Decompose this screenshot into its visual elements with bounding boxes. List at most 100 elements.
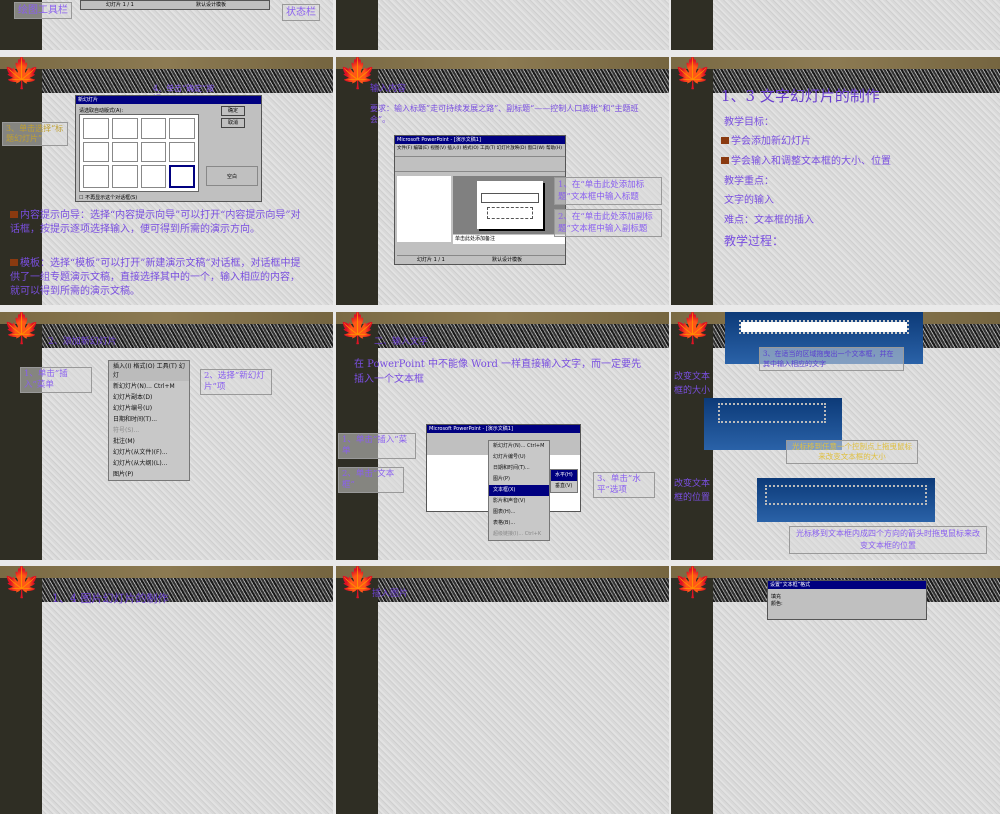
layout-grid[interactable] bbox=[79, 114, 199, 192]
slide-thumb-input-text[interactable]: 🍁 二、输入文字 在 PowerPoint 中不能像 Word 一样直接输入文字… bbox=[336, 312, 669, 560]
menu-item[interactable]: 表格(B)... bbox=[489, 518, 549, 529]
layout-option[interactable] bbox=[111, 118, 138, 139]
goal-item-1: 学会添加新幻灯片 bbox=[721, 133, 811, 150]
menu-item[interactable]: 日期和时间(T)... bbox=[109, 414, 189, 425]
notes-pane[interactable]: 单击此处添加备注 bbox=[453, 235, 565, 244]
status-template: 默认设计模板 bbox=[492, 257, 523, 263]
dont-show-checkbox[interactable]: ☐ 不再显示这个对话框(S) bbox=[79, 194, 137, 201]
menu-item[interactable]: 图片(P) bbox=[489, 474, 549, 485]
status-page: 幻灯片 1 / 1 bbox=[417, 257, 445, 263]
bullet-icon bbox=[721, 137, 729, 144]
layout-option[interactable] bbox=[111, 165, 138, 188]
menu-item[interactable]: 幻灯片编号(U) bbox=[489, 452, 549, 463]
title-placeholder[interactable] bbox=[481, 193, 539, 203]
cancel-button[interactable]: 取消 bbox=[221, 118, 245, 128]
status-bar: 幻灯片 1 / 1 默认设计模板 bbox=[80, 0, 270, 10]
insert-menu[interactable]: 新幻灯片(N)... Ctrl+M 幻灯片编号(U) 日期和时间(T)... 图… bbox=[488, 440, 550, 541]
menu-item-new-slide[interactable]: 新幻灯片(N)... Ctrl+M bbox=[109, 381, 189, 392]
callout-horizontal: 3、单击”水平”选项 bbox=[593, 472, 655, 498]
slide-thumb-add-slide[interactable]: 🍁 2、添加新幻灯片 插入(I) 格式(O) 工具(T) 幻灯 新幻灯片(N).… bbox=[0, 312, 333, 560]
top-strip bbox=[336, 57, 669, 69]
menu-item[interactable]: 批注(M) bbox=[109, 436, 189, 447]
maple-leaf-icon: 🍁 bbox=[3, 566, 41, 600]
status-bar: 幻灯片 1 / 1 默认设计模板 bbox=[397, 255, 565, 263]
intro-paragraph: 在 PowerPoint 中不能像 Word 一样直接输入文字，而一定要先插入一… bbox=[354, 359, 642, 385]
color-label: 颜色: bbox=[771, 601, 783, 607]
subtitle-placeholder[interactable] bbox=[487, 207, 533, 219]
ok-button[interactable]: 确定 bbox=[221, 106, 245, 116]
slide-thumb-input[interactable]: 🍁 输入内容 要求：输入标题”走可持续发展之路”、副标题“——控制人口膨胀”和“… bbox=[336, 57, 669, 305]
label-move: 改变文本框的位置 bbox=[674, 479, 711, 503]
slide-thumb-r0c2[interactable] bbox=[336, 0, 669, 50]
paragraph-template: 模板：选择“模板”可以打开”新建演示文稿“对话框，对话框中提供了一组专题演示文稿… bbox=[10, 257, 305, 299]
slide-canvas bbox=[477, 181, 543, 229]
status-page: 幻灯片 1 / 1 bbox=[106, 2, 134, 8]
slide-thumb-resize[interactable]: 🍁 3、在适当的区域拖曳出一个文本框，并在其中输入相应的文字 改变文本框的大小 … bbox=[671, 312, 1000, 560]
menu-item[interactable]: 符号(S)... bbox=[109, 425, 189, 436]
top-strip bbox=[0, 57, 333, 69]
menu-item[interactable]: 幻灯片(从文件)(F)... bbox=[109, 447, 189, 458]
insert-menu[interactable]: 插入(I) 格式(O) 工具(T) 幻灯 新幻灯片(N)... Ctrl+M 幻… bbox=[108, 360, 190, 481]
slide-title: 插入图片 bbox=[372, 589, 409, 599]
slide-title: 1、4 图片幻灯片的制作 bbox=[52, 592, 169, 605]
layout-option[interactable] bbox=[111, 141, 138, 163]
callout-title: 1、在“单击此处添加标题”文本框中输入标题 bbox=[554, 177, 662, 205]
bullet-icon bbox=[721, 157, 729, 164]
top-strip bbox=[336, 566, 669, 578]
slide-thumb-objectives[interactable]: 🍁 1、3 文字幻灯片的制作 教学目标： 学会添加新幻灯片 学会输入和调整文本框… bbox=[671, 57, 1000, 305]
callout-move: 光标移到文本框内成四个方向的箭头时拖曳鼠标来改变文本框的位置 bbox=[789, 526, 987, 554]
callout-insert-menu: 1、单击”插入”菜单 bbox=[20, 367, 92, 393]
difficulty: 难点：文本框的插入 bbox=[724, 215, 814, 226]
slide-thumb-r0c3[interactable] bbox=[671, 0, 1000, 50]
textbox-outline bbox=[739, 320, 909, 334]
callout-status-bar: 状态栏 bbox=[282, 4, 320, 21]
menu-item[interactable]: 日期和时间(T)... bbox=[489, 463, 549, 474]
menu-item[interactable]: 幻灯片副本(D) bbox=[109, 392, 189, 403]
layout-blank[interactable] bbox=[169, 165, 195, 188]
layout-option[interactable] bbox=[83, 165, 109, 188]
layout-option[interactable] bbox=[140, 118, 167, 139]
menu-item[interactable]: 图片(P) bbox=[109, 469, 189, 480]
paragraph-wizard: 内容提示向导：选择“内容提示向导”可以打开“内容提示向导”对话框，按提示逐项选择… bbox=[10, 209, 305, 237]
side-panel bbox=[671, 69, 713, 305]
menu-item[interactable]: 图表(H)... bbox=[489, 507, 549, 518]
slide-thumb-new-layout[interactable]: 🍁 4、单击“确定”按钮 新幻灯片 请选取自动版式(A): 确定 取消 空白 ☐… bbox=[0, 57, 333, 305]
slide-title: 二、输入文字 bbox=[374, 337, 429, 347]
key-label: 教学重点： bbox=[724, 176, 774, 187]
slide-thumb-r3c1[interactable]: 🍁 1、4 图片幻灯片的制作 bbox=[0, 566, 333, 814]
maple-leaf-icon: 🍁 bbox=[674, 312, 712, 346]
layout-option[interactable] bbox=[83, 141, 109, 163]
side-panel bbox=[0, 324, 42, 560]
layout-title[interactable] bbox=[83, 118, 109, 139]
callout-insert-menu: 1、单击”插入”菜单 bbox=[338, 433, 416, 459]
requirement-text: 要求：输入标题”走可持续发展之路”、副标题“——控制人口膨胀”和“主题班会”。 bbox=[370, 104, 639, 124]
menu-item-vertical[interactable]: 垂直(V) bbox=[551, 481, 577, 492]
goal-text: 学会添加新幻灯片 bbox=[731, 136, 811, 147]
textbox-submenu[interactable]: 水平(H) 垂直(V) bbox=[550, 469, 578, 493]
menu-item[interactable]: 幻灯片(从大纲)(L)... bbox=[109, 458, 189, 469]
layout-option[interactable] bbox=[140, 141, 167, 163]
menu-item[interactable]: 影片和声音(V) bbox=[489, 496, 549, 507]
slide-thumb-r3c3[interactable]: 🍁 设置“文本框”格式 填充 颜色: bbox=[671, 566, 1000, 814]
side-panel bbox=[0, 578, 42, 814]
bullet-icon bbox=[10, 259, 18, 266]
menu-bar[interactable]: 插入(I) 格式(O) 工具(T) 幻灯 bbox=[109, 361, 189, 381]
header-band bbox=[378, 578, 669, 602]
new-slide-dialog: 新幻灯片 请选取自动版式(A): 确定 取消 空白 ☐ 不再显示这个对话框(S) bbox=[75, 95, 262, 202]
slide-thumb-r0c1[interactable]: 幻灯片 1 / 1 默认设计模板 绘图工具栏 状态栏 bbox=[0, 0, 333, 50]
goal-text: 学会输入和调整文本框的大小、位置 bbox=[731, 156, 891, 167]
menu-item[interactable]: 新幻灯片(N)... Ctrl+M bbox=[489, 441, 549, 452]
key-point: 文字的输入 bbox=[724, 195, 774, 206]
textbox-outline bbox=[718, 403, 826, 423]
menu-item[interactable]: 幻灯片编号(U) bbox=[109, 403, 189, 414]
powerpoint-window: Microsoft PowerPoint - [演示文稿1] 文件(F) 编辑(… bbox=[394, 135, 566, 265]
menu-item[interactable]: 超级链接(I)... Ctrl+K bbox=[489, 529, 549, 540]
layout-option[interactable] bbox=[169, 141, 195, 163]
menu-item-textbox[interactable]: 文本框(X) bbox=[489, 485, 549, 496]
slide-thumb-r3c2[interactable]: 🍁 插入图片 bbox=[336, 566, 669, 814]
dont-show-label: 不再显示这个对话框(S) bbox=[85, 195, 138, 201]
layout-option[interactable] bbox=[169, 118, 195, 139]
menu-item-horizontal[interactable]: 水平(H) bbox=[551, 470, 577, 481]
layout-option[interactable] bbox=[140, 165, 167, 188]
menu-bar[interactable]: 文件(F) 编辑(E) 视图(V) 插入(I) 格式(O) 工具(T) 幻灯片放… bbox=[395, 144, 565, 156]
